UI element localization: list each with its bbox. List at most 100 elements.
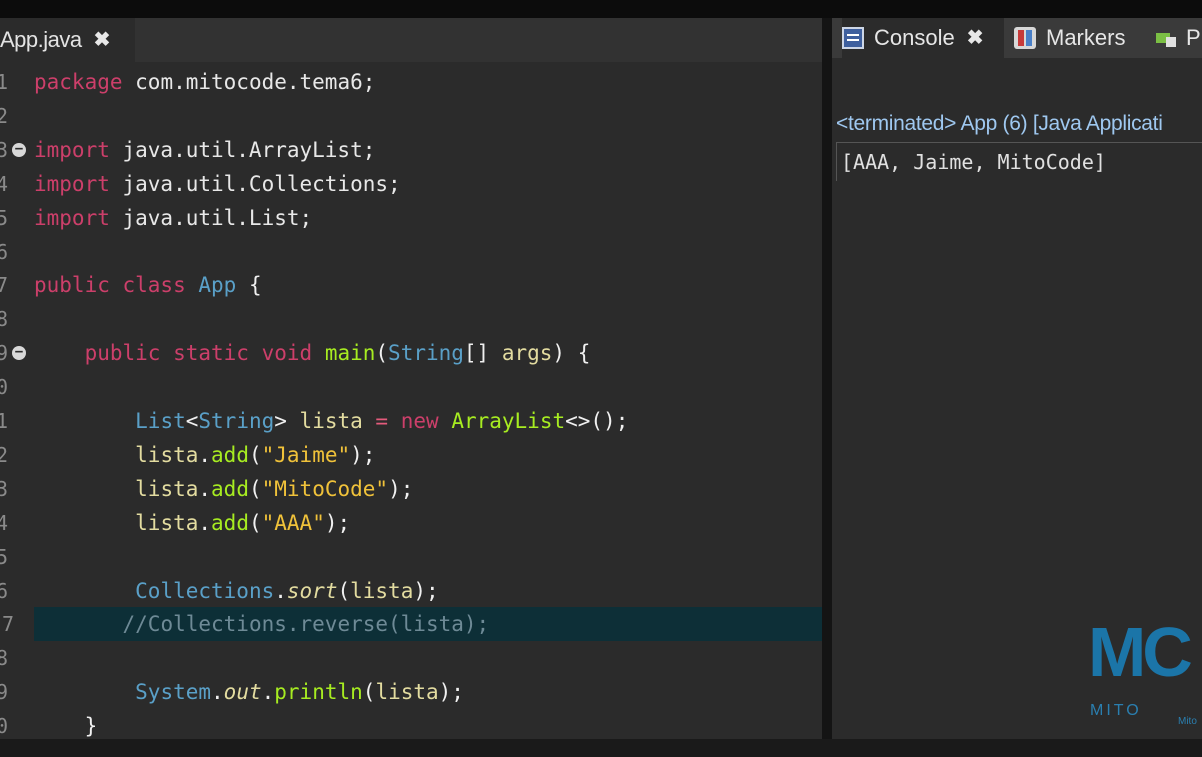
code-token: App <box>198 273 237 298</box>
code-line[interactable]: 0 <box>0 370 822 404</box>
code-text: //Collections.reverse(lista); <box>34 607 490 641</box>
line-number: 3 <box>0 476 8 501</box>
code-editor[interactable]: 1 package com.mitocode.tema6; 2 3− import ja… <box>0 65 822 739</box>
code-token: lista <box>135 442 199 467</box>
close-icon[interactable]: ✖ <box>94 30 111 50</box>
line-number: 6 <box>0 578 8 603</box>
line-number: 4 <box>0 510 8 535</box>
console-output[interactable]: [AAA, Jaime, MitoCode] <box>836 142 1202 181</box>
tab-app-java[interactable]: App.java ✖ <box>0 18 135 62</box>
code-token: . <box>274 578 287 603</box>
tab-properties-label: Pr <box>1186 25 1202 50</box>
code-text: import java.util.ArrayList; <box>34 133 375 167</box>
pane-splitter[interactable] <box>822 18 832 739</box>
tab-markers[interactable]: Markers <box>1014 18 1125 58</box>
code-token: "AAA" <box>261 510 325 535</box>
code-line[interactable]: 9 System.out.println(lista); <box>0 675 822 709</box>
fold-collapse-icon[interactable]: − <box>12 142 26 157</box>
code-token: lista <box>299 409 363 433</box>
code-line[interactable]: 8 <box>0 641 822 675</box>
logo-small: Mito <box>1178 716 1197 727</box>
markers-icon <box>1014 27 1036 49</box>
code-token: com.mitocode.tema6; <box>122 70 376 94</box>
code-token: Collections <box>135 578 275 603</box>
code-token: ); <box>438 680 464 705</box>
code-token: ( <box>337 578 351 603</box>
code-text: System.out.println(lista); <box>34 675 464 709</box>
close-icon[interactable]: ✖ <box>967 28 984 48</box>
line-number: 2 <box>0 442 8 467</box>
code-token: "MitoCode" <box>261 476 389 501</box>
code-token: . <box>198 510 212 535</box>
line-number: 0 <box>0 375 8 400</box>
line-number: 8 <box>0 646 8 671</box>
console-tabbar: Console ✖ Markers Pr <box>832 18 1202 58</box>
code-token: ) { <box>552 341 591 366</box>
code-token: < <box>185 409 199 433</box>
code-line[interactable]: 0 } <box>0 709 822 739</box>
code-text: List<String> lista = new ArrayList<>(); <box>34 404 628 438</box>
line-number: 3 <box>0 137 8 162</box>
code-token: ); <box>324 510 351 535</box>
tab-console[interactable]: Console ✖ <box>842 18 1004 58</box>
code-line[interactable]: 7 public class App { <box>0 268 822 302</box>
code-text: lista.add("AAA"); <box>34 506 350 540</box>
code-line[interactable]: 3 lista.add("MitoCode"); <box>0 472 822 506</box>
tab-console-label: Console <box>874 25 955 50</box>
tab-label: App.java <box>0 27 82 52</box>
code-token: . <box>261 680 275 705</box>
code-line[interactable]: 1 List<String> lista = new ArrayList<>()… <box>0 404 822 438</box>
code-token: add <box>211 476 249 501</box>
code-line[interactable]: 2 <box>0 99 822 133</box>
line-number: 8 <box>0 307 8 332</box>
code-token: out <box>223 680 262 705</box>
code-token: java.util.List; <box>109 205 313 230</box>
code-token: String <box>198 409 275 433</box>
code-token: "Jaime" <box>261 442 351 467</box>
logo-letters: MC <box>1088 613 1193 691</box>
code-token: new <box>400 409 439 433</box>
code-token: import <box>34 171 110 196</box>
fold-collapse-icon[interactable]: − <box>12 345 26 361</box>
code-line[interactable]: 2 lista.add("Jaime"); <box>0 438 822 472</box>
code-token: public class <box>34 273 186 298</box>
code-text: package com.mitocode.tema6; <box>34 65 375 99</box>
code-text: public static void main(String[] args) { <box>34 336 591 370</box>
tab-markers-label: Markers <box>1046 25 1126 50</box>
line-number: 2 <box>0 103 8 128</box>
code-line[interactable]: 1 package com.mitocode.tema6; <box>0 65 822 99</box>
code-line[interactable]: 6 <box>0 235 822 269</box>
code-line[interactable]: 7 //Collections.reverse(lista); <box>2 607 822 642</box>
line-number: 1 <box>0 70 8 94</box>
code-line[interactable]: 8 <box>0 302 822 336</box>
code-token: ( <box>375 341 389 366</box>
code-token: ( <box>248 476 262 501</box>
code-token: <>(); <box>565 409 629 433</box>
editor-pane: App.java ✖ 1 package com.mitocode.tema6; 2… <box>0 18 822 739</box>
line-number: 4 <box>0 171 8 196</box>
code-token: java.util.Collections; <box>109 171 401 196</box>
code-line[interactable]: 9− public static void main(String[] args… <box>0 336 822 370</box>
code-line[interactable]: 6 Collections.sort(lista); <box>0 574 822 608</box>
line-number: 9 <box>0 680 8 705</box>
code-line[interactable]: 4 import java.util.Collections; <box>0 167 822 201</box>
code-token: package <box>34 70 123 94</box>
code-text: } <box>34 709 98 739</box>
console-status: <terminated> App (6) [Java Applicati <box>836 112 1163 135</box>
code-line[interactable]: 5 import java.util.List; <box>0 201 822 235</box>
code-token: ); <box>413 578 439 603</box>
code-token: import <box>34 137 110 162</box>
tab-properties[interactable]: Pr <box>1154 18 1202 58</box>
code-line[interactable]: 4 lista.add("AAA"); <box>0 506 822 540</box>
code-line[interactable]: 3− import java.util.ArrayList; <box>0 133 822 167</box>
code-token: [] <box>463 341 502 366</box>
code-line[interactable]: 5 <box>0 540 822 574</box>
code-token: } <box>34 714 98 739</box>
